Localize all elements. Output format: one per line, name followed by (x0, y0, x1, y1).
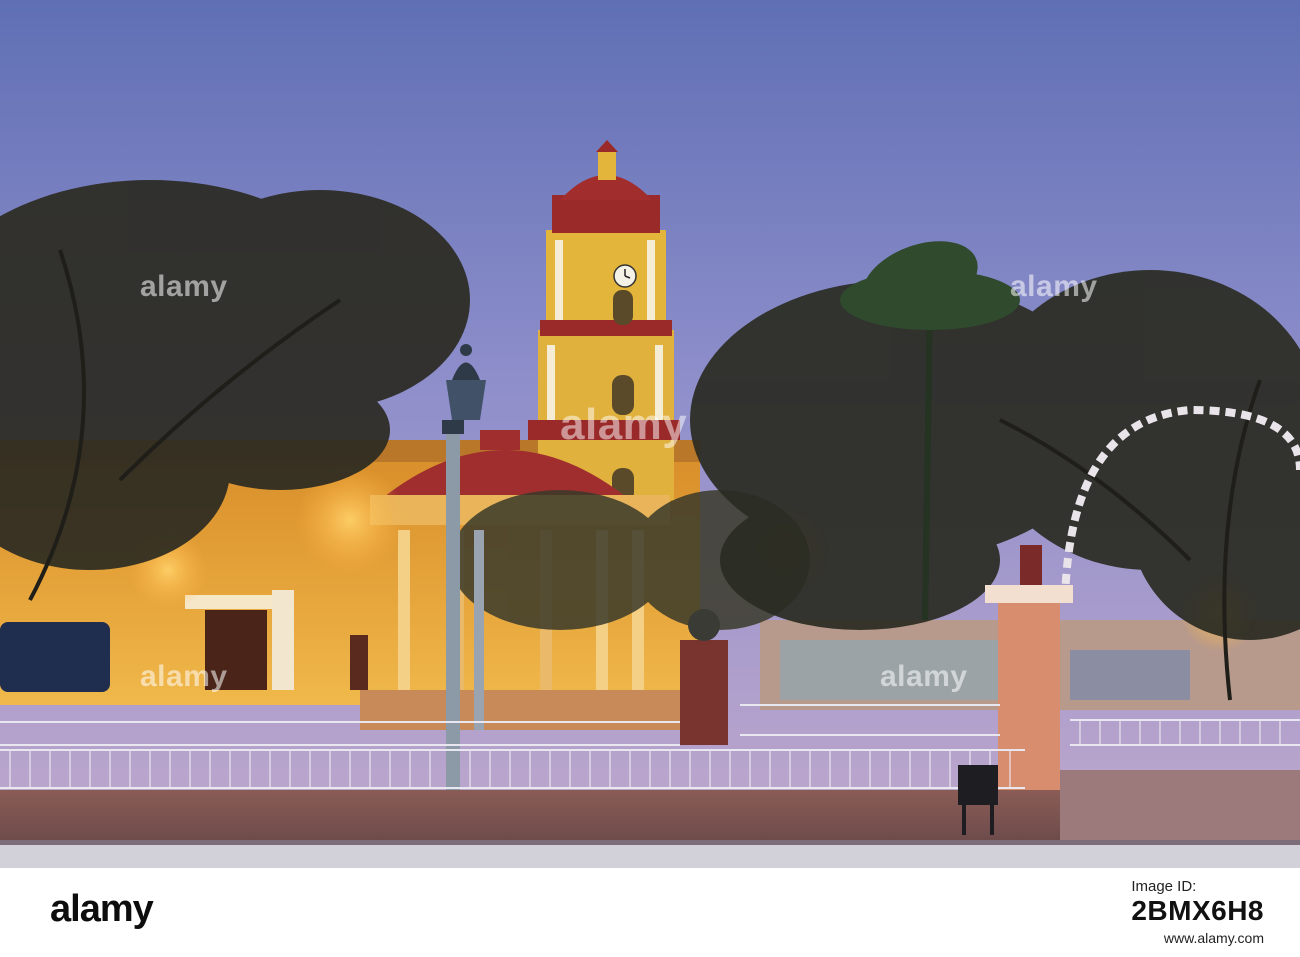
town-square-scene (0, 0, 1300, 868)
footer-bar: alamy Image ID: 2BMX6H8 www.alamy.com (0, 868, 1300, 957)
image-id-block: Image ID: 2BMX6H8 (1131, 878, 1264, 927)
church-door (205, 610, 267, 690)
bust-pedestal (680, 640, 728, 745)
alamy-logo[interactable]: alamy (50, 888, 154, 931)
site-url[interactable]: www.alamy.com (1164, 930, 1264, 946)
trash-bin (958, 765, 998, 805)
low-wall (0, 790, 1070, 845)
image-id-value: 2BMX6H8 (1131, 895, 1264, 926)
stock-photo: alamy alamy alamy alamy alamy (0, 0, 1300, 868)
bus (0, 622, 110, 692)
image-id-label: Image ID: (1131, 878, 1197, 895)
